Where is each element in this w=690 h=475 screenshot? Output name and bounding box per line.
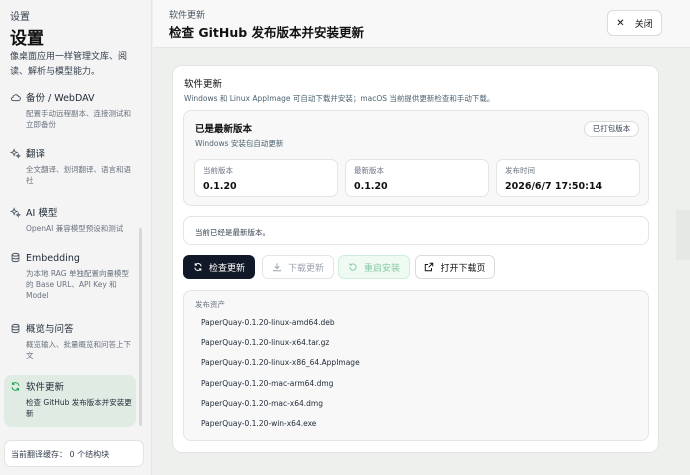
download-update-label: 下载更新 <box>287 263 324 274</box>
sidebar-item-label: 翻译 <box>26 149 46 160</box>
cloud-icon <box>10 92 21 103</box>
sidebar-title: 设置 <box>10 29 44 49</box>
status-message: 当前已经是最新版本。 <box>183 216 649 245</box>
asset-item[interactable]: PaperQuay-0.1.20-linux-x86_64.AppImage <box>201 358 360 367</box>
page-title: 检查 GitHub 发布版本并安装更新 <box>169 25 365 40</box>
software-update-card: 软件更新 Windows 和 Linux AppImage 可自动下载并安装；m… <box>172 65 659 453</box>
sidebar-item-subtitle: 全文翻译、划词翻译、语言和语社 <box>26 165 131 185</box>
sidebar: 设置 设置 像桌面应用一样管理文库、阅读、解析与模型能力。 备份 / WebDA… <box>0 0 152 475</box>
download-update-button[interactable]: 下载更新 <box>262 255 334 279</box>
sidebar-item-overview-qa[interactable]: 概览与问答 概览输入、批量概览和问答上下文 <box>4 317 136 367</box>
status-badge: 已打包版本 <box>584 121 639 137</box>
sidebar-scrollbar[interactable] <box>139 228 142 426</box>
status-title: 已是最新版本 <box>195 124 253 135</box>
rotate-icon <box>348 262 358 272</box>
sidebar-item-subtitle: 检查 GitHub 发布版本并安装更新 <box>26 398 132 418</box>
sidebar-item-subtitle: 为本地 RAG 单独配置向量模型的 Base URL、API Key 和 Mod… <box>26 269 129 300</box>
sidebar-item-translation[interactable]: 翻译 全文翻译、划词翻译、语言和语社 <box>4 142 136 192</box>
asset-item[interactable]: PaperQuay-0.1.20-linux-x64.tar.gz <box>201 338 329 347</box>
sparkles-icon <box>10 207 21 218</box>
translation-cache-status: 当前翻译缓存： 0 个结构块 <box>4 440 144 467</box>
restart-install-label: 重启安装 <box>363 263 400 274</box>
version-status-panel: 已是最新版本 Windows 安装包自动更新 已打包版本 当前版本 0.1.20… <box>183 110 649 206</box>
open-download-page-label: 打开下载页 <box>440 263 486 274</box>
refresh-icon <box>193 262 203 272</box>
database-icon <box>10 252 21 263</box>
published-time-label: 发布时间 <box>505 166 535 175</box>
latest-version-tile: 最新版本 0.1.20 <box>345 159 489 197</box>
sparkles-icon <box>10 148 21 159</box>
sidebar-item-label: AI 模型 <box>26 208 58 219</box>
close-button-label: 关闭 <box>634 19 653 30</box>
header: 软件更新 检查 GitHub 发布版本并安装更新 ✕ 关闭 <box>153 0 690 48</box>
sidebar-item-subtitle: OpenAI 兼容模型预设和测试 <box>26 224 124 233</box>
sidebar-description: 像桌面应用一样管理文库、阅读、解析与模型能力。 <box>10 52 128 77</box>
release-assets-panel: 发布资产 PaperQuay-0.1.20-linux-amd64.deb Pa… <box>183 290 649 441</box>
published-time-tile: 发布时间 2026/6/7 17:50:14 <box>496 159 640 197</box>
sidebar-breadcrumb: 设置 <box>10 12 30 23</box>
published-time-value: 2026/6/7 17:50:14 <box>505 181 603 192</box>
external-link-icon <box>424 262 434 272</box>
status-subtitle: Windows 安装包自动更新 <box>195 139 284 148</box>
sidebar-item-label: 概览与问答 <box>26 324 74 335</box>
asset-item[interactable]: PaperQuay-0.1.20-win-x64.exe <box>201 419 316 428</box>
open-download-page-button[interactable]: 打开下载页 <box>415 255 495 279</box>
current-version-value: 0.1.20 <box>203 181 237 192</box>
latest-version-value: 0.1.20 <box>354 181 388 192</box>
breadcrumb: 软件更新 <box>169 11 206 21</box>
sidebar-item-ai-model[interactable]: AI 模型 OpenAI 兼容模型预设和测试 <box>4 201 136 240</box>
restart-install-button[interactable]: 重启安装 <box>338 255 410 279</box>
sidebar-item-software-update[interactable]: 软件更新 检查 GitHub 发布版本并安装更新 <box>4 375 136 427</box>
sidebar-item-subtitle: 配置手动远程副本、连接测试和立即备份 <box>26 109 131 129</box>
download-icon <box>272 262 282 272</box>
card-description: Windows 和 Linux AppImage 可自动下载并安装；macOS … <box>184 94 495 103</box>
card-title: 软件更新 <box>184 79 223 90</box>
sidebar-item-label: 备份 / WebDAV <box>26 93 95 104</box>
check-update-label: 检查更新 <box>208 263 245 274</box>
sidebar-item-label: Embedding <box>26 253 80 264</box>
current-version-label: 当前版本 <box>203 166 233 175</box>
close-button[interactable]: ✕ 关闭 <box>607 10 662 36</box>
check-update-button[interactable]: 检查更新 <box>183 255 255 279</box>
asset-item[interactable]: PaperQuay-0.1.20-mac-arm64.dmg <box>201 379 333 388</box>
sidebar-item-embedding[interactable]: Embedding 为本地 RAG 单独配置向量模型的 Base URL、API… <box>4 246 136 307</box>
sidebar-item-subtitle: 概览输入、批量概览和问答上下文 <box>26 340 131 360</box>
sidebar-item-backup[interactable]: 备份 / WebDAV 配置手动远程副本、连接测试和立即备份 <box>4 86 136 136</box>
database-icon <box>10 323 21 334</box>
sidebar-item-label: 软件更新 <box>26 382 65 393</box>
refresh-icon <box>10 381 21 392</box>
latest-version-label: 最新版本 <box>354 166 384 175</box>
background-edge <box>676 210 690 260</box>
asset-item[interactable]: PaperQuay-0.1.20-mac-x64.dmg <box>201 399 323 408</box>
asset-item[interactable]: PaperQuay-0.1.20-linux-amd64.deb <box>201 318 335 327</box>
current-version-tile: 当前版本 0.1.20 <box>194 159 338 197</box>
close-icon: ✕ <box>616 17 625 29</box>
assets-title: 发布资产 <box>195 300 225 309</box>
